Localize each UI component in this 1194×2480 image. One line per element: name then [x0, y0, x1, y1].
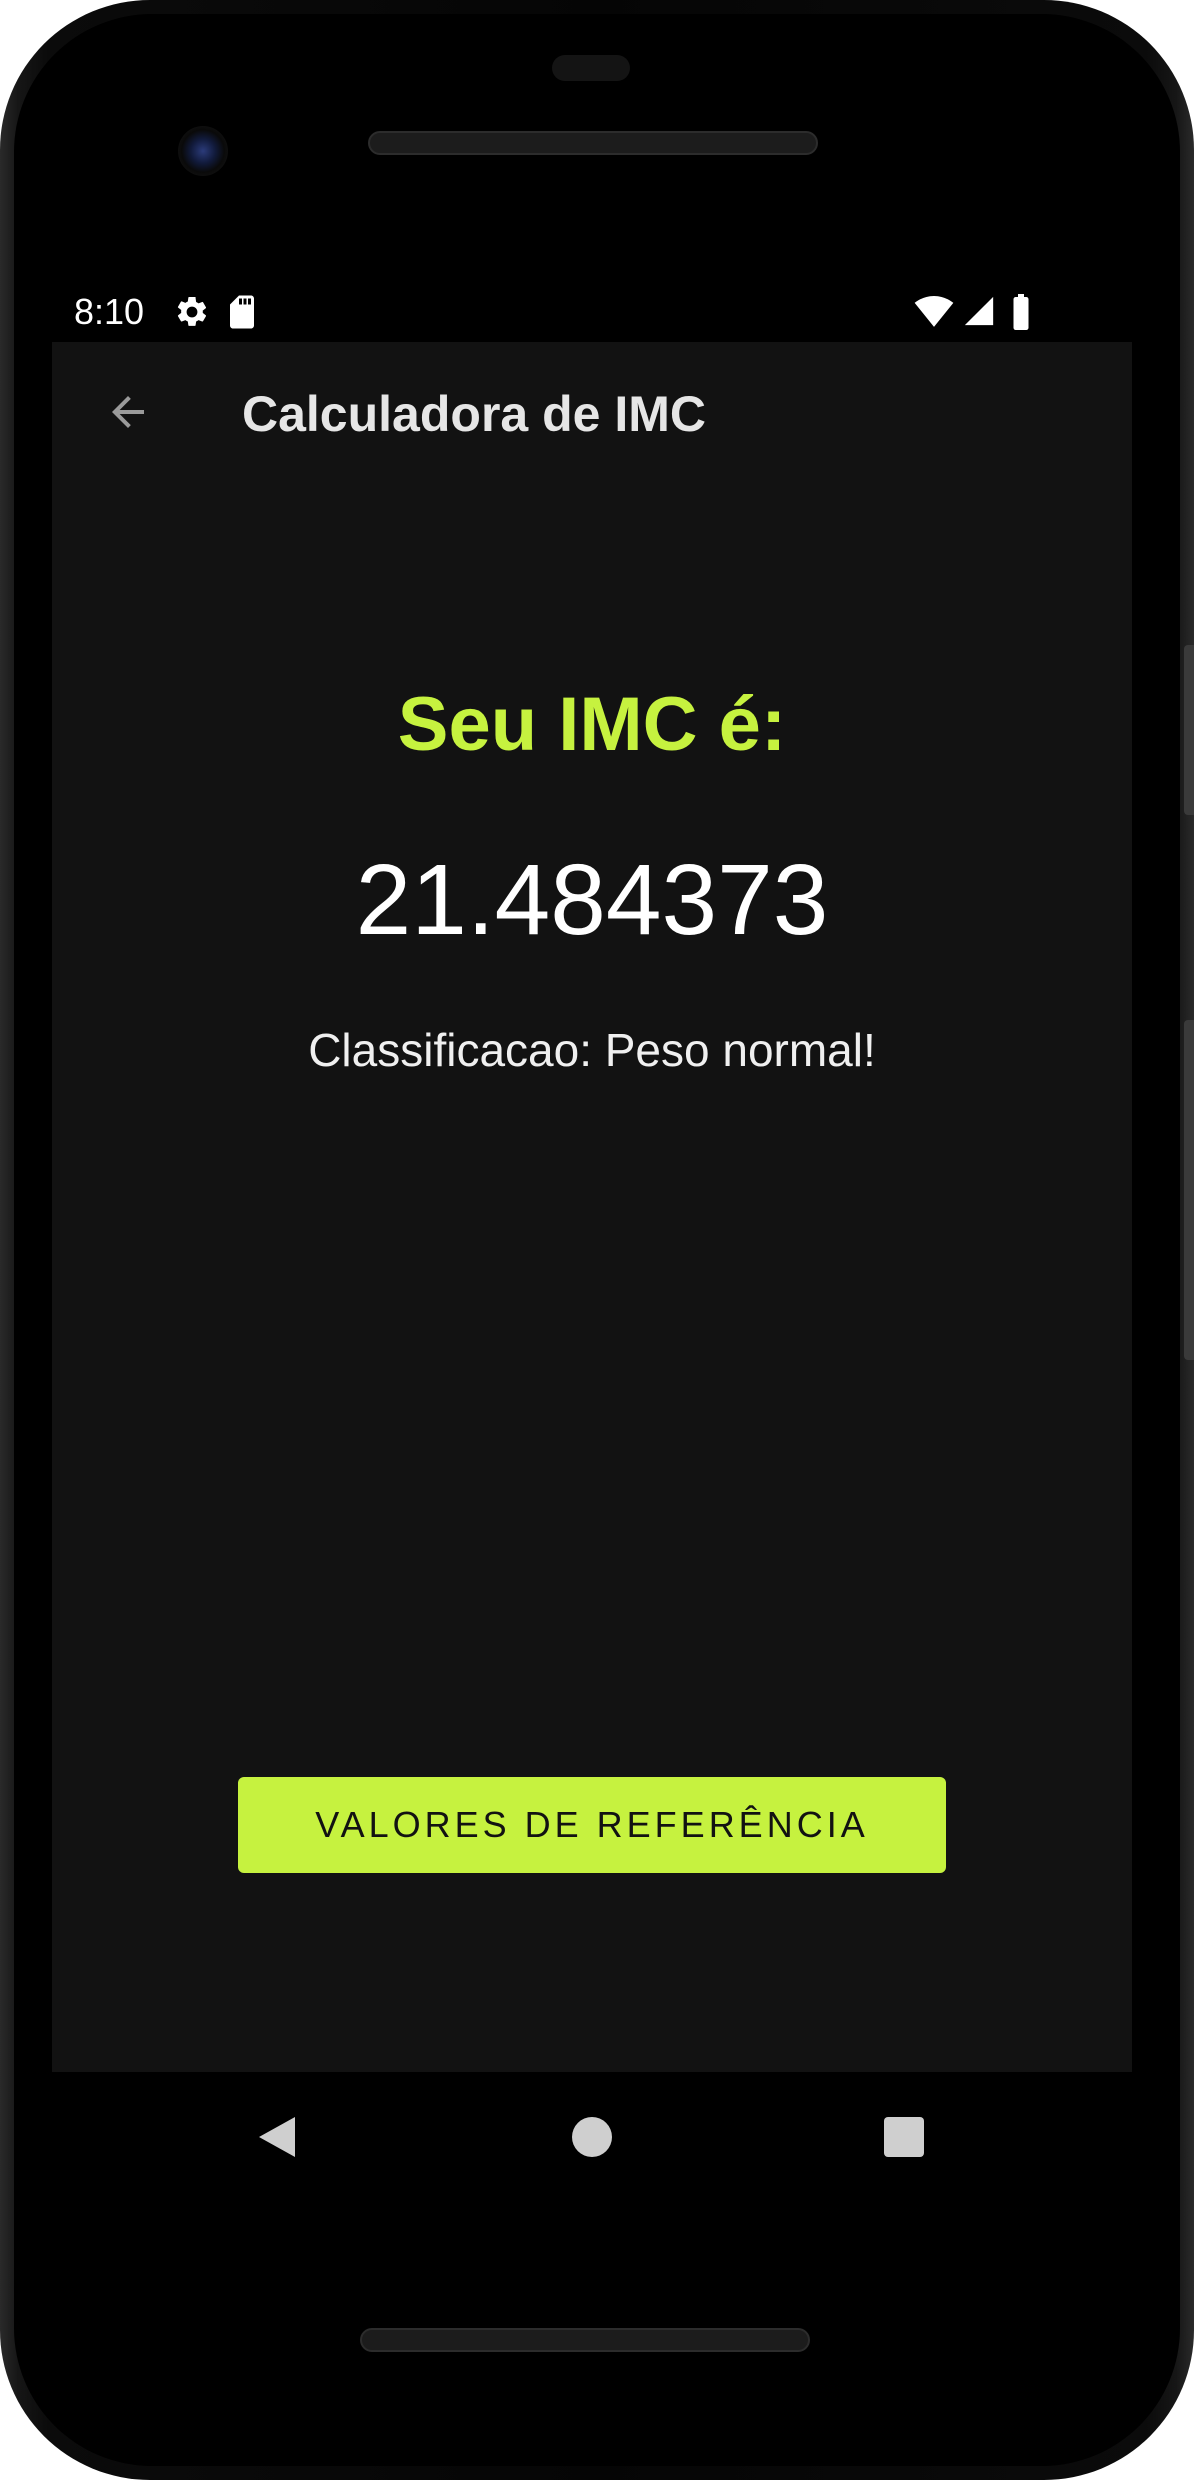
nav-back-icon: [259, 2117, 295, 2157]
imc-value: 21.484373: [355, 844, 829, 956]
cell-signal-icon: [964, 296, 994, 326]
arrow-back-icon: [112, 396, 144, 428]
volume-button: [1184, 1020, 1194, 1360]
app-bar: Calculadora de IMC: [52, 342, 1132, 482]
nav-home-button[interactable]: [552, 2097, 632, 2177]
result-heading: Seu IMC é:: [397, 682, 787, 767]
nav-home-icon: [572, 2117, 612, 2157]
power-button: [1184, 645, 1194, 815]
navigation-bar: [52, 2072, 1132, 2202]
nav-recents-button[interactable]: [864, 2097, 944, 2177]
classification-text: Classificacao: Peso normal!: [308, 1024, 876, 1076]
sd-card-icon: [230, 295, 254, 329]
app-screen: 8:10 Calculadora de IMC Seu IMC é: 21.48…: [52, 280, 1132, 2072]
nav-recents-icon: [884, 2117, 924, 2157]
phone-device-frame: 8:10 Calculadora de IMC Seu IMC é: 21.48…: [0, 0, 1194, 2480]
status-bar: 8:10: [52, 280, 1132, 342]
bottom-speaker-grille: [360, 2328, 810, 2352]
proximity-sensor: [552, 55, 630, 81]
front-camera: [178, 126, 228, 176]
status-time: 8:10: [74, 291, 145, 332]
reference-values-button[interactable]: VALORES DE REFERÊNCIA: [238, 1777, 946, 1873]
wifi-icon: [914, 296, 954, 327]
page-title: Calculadora de IMC: [242, 386, 706, 442]
nav-back-button[interactable]: [237, 2097, 317, 2177]
back-button[interactable]: [92, 376, 164, 448]
gear-icon: [177, 296, 207, 326]
battery-icon: [1013, 294, 1029, 330]
top-speaker-grille: [368, 131, 818, 155]
